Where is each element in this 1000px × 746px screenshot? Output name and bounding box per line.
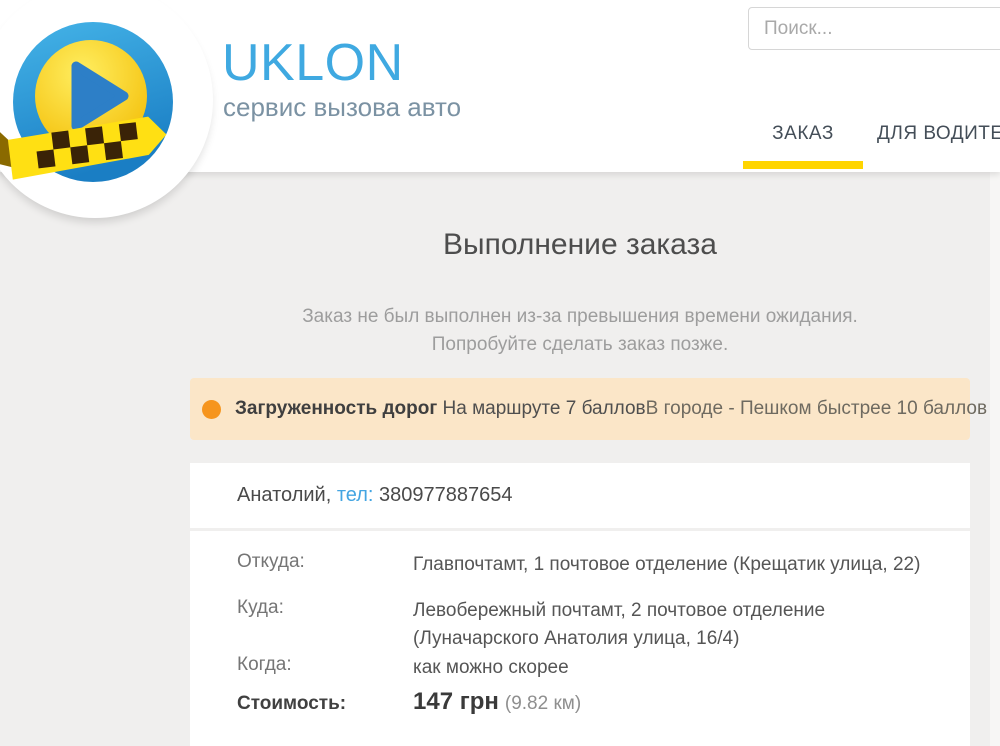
detail-label-when: Когда: xyxy=(237,654,292,676)
status-message-line1: Заказ не был выполнен из-за превышения в… xyxy=(190,303,970,331)
tab-order-active-underline xyxy=(743,161,863,169)
brand-subtitle: сервис вызова авто xyxy=(223,92,461,123)
detail-value-from: Главпочтамт, 1 почтовое отделение (Креща… xyxy=(413,551,920,579)
order-details-card: Откуда: Главпочтамт, 1 почтовое отделени… xyxy=(190,531,970,746)
detail-value-to-line1: Левобережный почтамт, 2 почтовое отделен… xyxy=(413,597,825,625)
detail-value-to: Левобережный почтамт, 2 почтовое отделен… xyxy=(413,597,825,653)
traffic-level-icon xyxy=(202,400,221,419)
cost-distance: (9.82 км) xyxy=(505,693,581,714)
client-name: Анатолий, xyxy=(237,484,331,506)
client-card: Анатолий, тел: 380977887654 xyxy=(190,463,970,528)
page-background-edge xyxy=(990,172,1000,746)
traffic-city-score: В городе - Пешком быстрее 10 баллов xyxy=(646,398,987,420)
brand-title[interactable]: UKLON xyxy=(222,33,404,93)
cost-amount: 147 грн xyxy=(413,688,499,715)
detail-value-when: как можно скорее xyxy=(413,654,569,682)
detail-label-to: Куда: xyxy=(237,597,284,619)
client-phone: 380977887654 xyxy=(379,484,512,506)
detail-value-to-line2: (Луначарского Анатолия улица, 16/4) xyxy=(413,625,825,653)
tab-for-drivers[interactable]: ДЛЯ ВОДИТЕЛЕЙ xyxy=(877,121,1000,151)
uklon-logo-icon[interactable] xyxy=(0,12,190,202)
traffic-route-score: На маршруте 7 баллов xyxy=(443,398,646,419)
traffic-banner: Загруженность дорог На маршруте 7 баллов… xyxy=(190,378,970,440)
status-message: Заказ не был выполнен из-за превышения в… xyxy=(190,303,970,359)
cost-value: 147 грн (9.82 км) xyxy=(413,688,581,716)
phone-link-label[interactable]: тел: xyxy=(337,484,374,506)
uklon-order-page: UKLON сервис вызова авто ЗАКАЗ ДЛЯ ВОДИТ… xyxy=(0,0,1000,746)
client-info: Анатолий, тел: 380977887654 xyxy=(237,484,513,507)
detail-label-from: Откуда: xyxy=(237,551,305,573)
status-message-line2: Попробуйте сделать заказ позже. xyxy=(190,331,970,359)
cost-label: Стоимость: xyxy=(237,693,346,715)
page-title: Выполнение заказа xyxy=(190,228,970,262)
traffic-label: Загруженность дорог xyxy=(235,398,437,419)
traffic-route-text: Загруженность дорог На маршруте 7 баллов xyxy=(235,398,646,420)
search-input[interactable] xyxy=(748,7,1000,50)
tab-order[interactable]: ЗАКАЗ xyxy=(743,121,863,151)
